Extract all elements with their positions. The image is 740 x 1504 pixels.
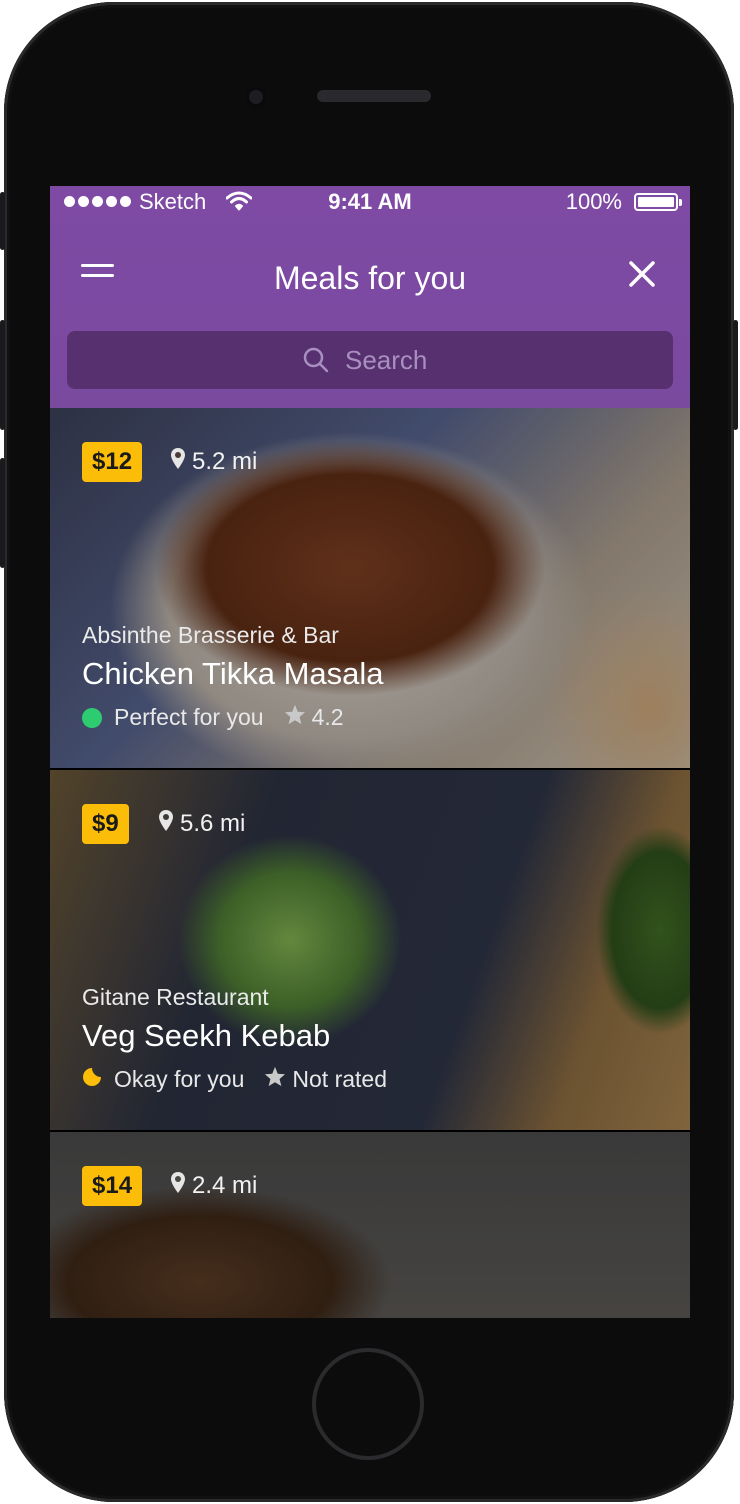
home-button[interactable] [312, 1348, 424, 1460]
meal-meta: Perfect for you 4.2 [82, 704, 344, 731]
half-moon-icon [82, 1066, 102, 1093]
restaurant-name: Absinthe Brasserie & Bar [82, 622, 339, 648]
meal-meta: Okay for you Not rated [82, 1066, 387, 1093]
search-icon [303, 347, 329, 378]
rating-value: 4.2 [311, 704, 344, 730]
close-icon[interactable] [628, 260, 662, 294]
star-icon [264, 1066, 286, 1093]
status-bar: Sketch 9:41 AM 100% [50, 186, 690, 220]
distance-value: 5.2 mi [192, 448, 258, 475]
rating-value: Not rated [292, 1066, 387, 1092]
mute-switch [0, 192, 5, 250]
fit-label: Perfect for you [114, 704, 264, 730]
volume-down-button [0, 458, 5, 568]
earpiece-speaker [317, 90, 431, 102]
power-button [733, 320, 738, 430]
meal-card-veg-seekh-kebab[interactable]: $9 5.6 mi Gitane Restaurant Veg Seekh Ke… [50, 770, 690, 1130]
price-badge: $9 [82, 804, 129, 844]
search-input[interactable]: Search [67, 331, 673, 389]
price-badge: $14 [82, 1166, 143, 1206]
meal-name: Veg Seekh Kebab [82, 1018, 331, 1053]
distance-label: 2.4 mi [170, 1170, 257, 1202]
battery-icon [634, 193, 682, 211]
volume-up-button [0, 320, 5, 430]
app-header: Sketch 9:41 AM 100% Meals for you Search [50, 186, 690, 408]
location-pin-icon [158, 809, 174, 842]
meal-card-third[interactable]: $14 2.4 mi [50, 1132, 690, 1318]
price-badge: $12 [82, 442, 143, 482]
phone-frame: Sketch 9:41 AM 100% Meals for you Search… [0, 2, 738, 1502]
distance-value: 2.4 mi [192, 1172, 258, 1199]
fit-label: Okay for you [114, 1066, 245, 1092]
restaurant-name: Gitane Restaurant [82, 984, 269, 1010]
meal-card-chicken-tikka-masala[interactable]: $12 5.2 mi Absinthe Brasserie & Bar Chic… [50, 408, 690, 768]
photo-overlay [50, 1132, 690, 1318]
star-icon [284, 704, 306, 731]
search-placeholder: Search [345, 345, 428, 375]
distance-label: 5.2 mi [170, 446, 257, 478]
page-title: Meals for you [273, 260, 467, 296]
location-pin-icon [170, 447, 186, 480]
distance-label: 5.6 mi [158, 808, 245, 840]
app-screen: Sketch 9:41 AM 100% Meals for you Search… [50, 186, 690, 1318]
meal-name: Chicken Tikka Masala [82, 656, 384, 691]
front-camera [245, 86, 267, 108]
battery-percent: 100% [565, 189, 622, 214]
green-dot-icon [82, 707, 102, 728]
distance-value: 5.6 mi [180, 810, 246, 837]
location-pin-icon [170, 1171, 186, 1204]
